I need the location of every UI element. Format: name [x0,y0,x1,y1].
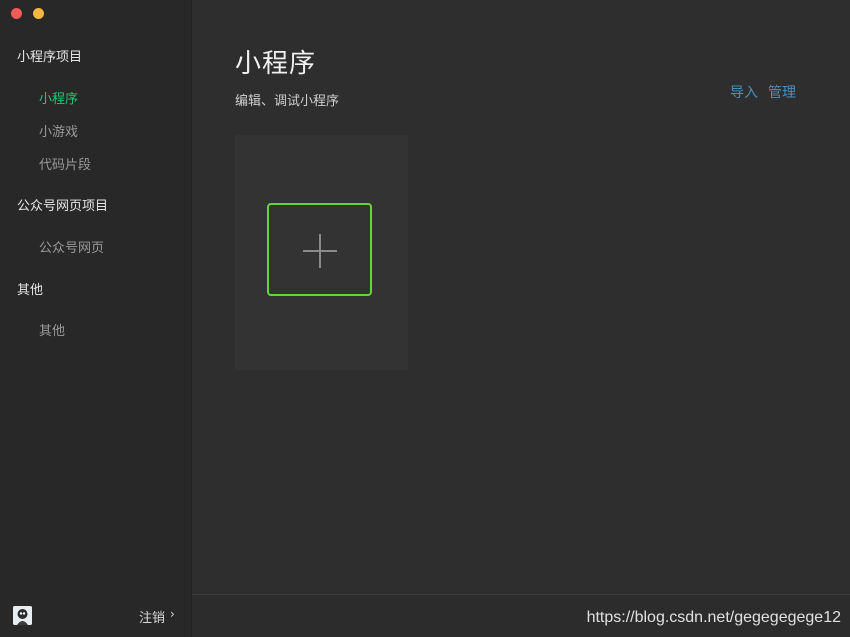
sidebar: 小程序项目 小程序 小游戏 代码片段 公众号网页项目 公众号网页 其他 其他 注… [0,0,192,637]
bottom-bar: https://blog.csdn.net/gegegegege12 [192,594,850,637]
window-minimize-button[interactable] [33,8,44,19]
add-project-button[interactable] [267,203,372,296]
section-title-other: 其他 [17,283,44,298]
sidebar-item-other[interactable]: 其他 [39,320,65,339]
sidebar-item-minigame[interactable]: 小游戏 [39,121,78,140]
main-panel: 小程序 编辑、调试小程序 导入 管理 https://blog.csdn.net… [192,0,850,637]
section-title-miniprogram: 小程序项目 [17,50,83,65]
manage-link[interactable]: 管理 [768,82,796,102]
page-subtitle: 编辑、调试小程序 [235,94,340,109]
logout-button[interactable]: 注销 [139,607,165,626]
page-title: 小程序 [235,49,317,79]
sidebar-item-official-web[interactable]: 公众号网页 [39,237,104,256]
new-project-card[interactable] [235,135,408,370]
avatar-icon[interactable] [13,606,32,625]
sidebar-item-miniprogram[interactable]: 小程序 [39,88,78,107]
plus-icon-vertical [319,234,321,268]
section-title-official-web: 公众号网页项目 [17,199,109,214]
chevron-right-icon: › [170,607,175,621]
watermark-text: https://blog.csdn.net/gegegegege12 [586,609,841,626]
app-window: 小程序项目 小程序 小游戏 代码片段 公众号网页项目 公众号网页 其他 其他 注… [0,0,850,637]
import-link[interactable]: 导入 [730,82,758,102]
sidebar-footer: 注销 › [0,595,191,637]
sidebar-item-code-snippets[interactable]: 代码片段 [39,154,91,173]
window-close-button[interactable] [11,8,22,19]
